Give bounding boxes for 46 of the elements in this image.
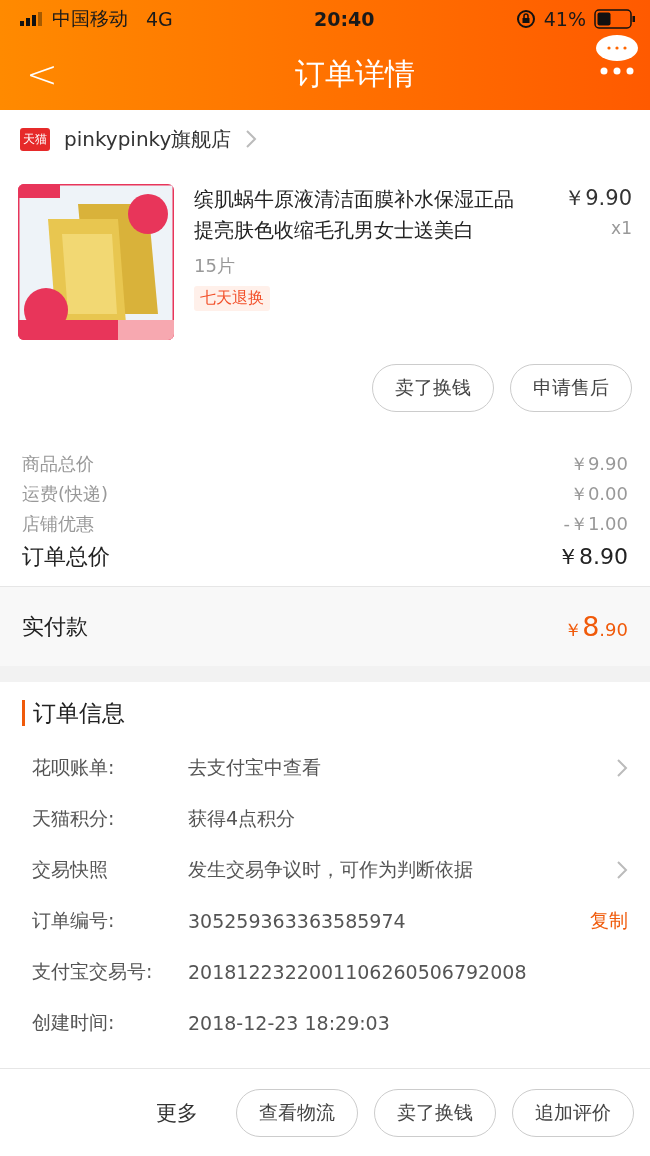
battery-percent-text: 41% — [543, 8, 586, 30]
cost-label: 店铺优惠 — [22, 512, 94, 536]
paid-label: 实付款 — [22, 612, 88, 641]
action-button[interactable]: 申请售后 — [510, 364, 632, 412]
info-label: 天猫积分: — [32, 805, 116, 831]
cost-value: -￥1.00 — [563, 512, 628, 536]
info-label: 订单编号: — [32, 907, 116, 933]
tmall-badge: 天猫 — [20, 127, 50, 151]
info-label: 创建时间: — [32, 1009, 116, 1035]
action-button[interactable]: 卖了换钱 — [374, 1088, 496, 1137]
product-title[interactable]: 缤肌蜗牛原液清洁面膜补水保湿正品提亮肤色收缩毛孔男女士送美白 — [194, 184, 532, 246]
carrier-text: 中国移动 — [52, 6, 128, 31]
page-title: 订单详情 — [294, 54, 416, 93]
battery-icon — [594, 9, 636, 29]
product-spec: 15片 — [194, 254, 236, 278]
network-text: 4G — [146, 8, 173, 30]
cost-label: 商品总价 — [22, 452, 94, 476]
info-value: 去支付宝中查看 — [188, 754, 322, 780]
info-value: 发生交易争议时，可作为判断依据 — [188, 856, 474, 882]
cost-label: 订单总价 — [22, 543, 110, 571]
cost-value: ￥8.90 — [557, 543, 628, 571]
cost-label: 运费(快递) — [22, 482, 109, 506]
chevron-right-icon — [616, 757, 628, 778]
store-name[interactable]: pinkypinky旗舰店 — [64, 125, 232, 153]
more-button[interactable]: 更多 — [150, 1097, 204, 1128]
info-label: 花呗账单: — [32, 754, 116, 780]
action-button[interactable]: 查看物流 — [236, 1088, 358, 1137]
info-label: 支付宝交易号: — [32, 958, 154, 984]
chevron-right-icon — [616, 859, 628, 880]
product-quantity: x1 — [611, 218, 632, 238]
action-button[interactable]: 卖了换钱 — [372, 364, 494, 412]
paid-amount: ￥8.90 — [564, 611, 628, 642]
return-policy-tag: 七天退换 — [194, 286, 270, 311]
cost-value: ￥0.00 — [569, 482, 628, 506]
product-price: ￥9.90 — [564, 185, 632, 212]
info-value: 获得4点积分 — [188, 805, 297, 831]
info-value: 305259363363585974 — [188, 909, 407, 932]
rotation-lock-icon — [515, 9, 536, 29]
info-value: 2018122322001106260506792008 — [188, 960, 528, 983]
action-button[interactable]: 追加评价 — [512, 1088, 634, 1137]
section-title: 订单信息 — [22, 700, 628, 726]
info-label: 交易快照 — [32, 856, 109, 882]
cost-value: ￥9.90 — [569, 452, 628, 476]
info-value: 2018-12-23 18:29:03 — [188, 1011, 391, 1034]
chevron-right-icon — [245, 129, 258, 149]
clock-text: 20:40 — [314, 8, 375, 30]
